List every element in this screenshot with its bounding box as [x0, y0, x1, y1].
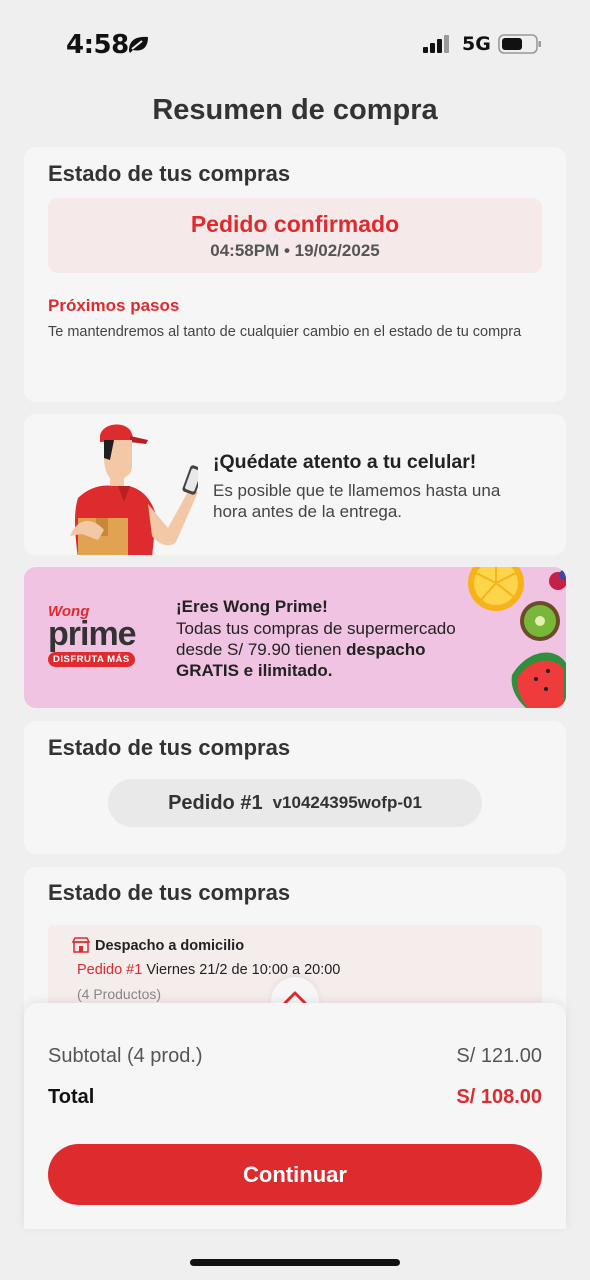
- next-steps-title: Próximos pasos: [48, 296, 180, 315]
- next-steps-text: Te mantendremos al tanto de cualquier ca…: [48, 324, 522, 340]
- subtotal-label: Subtotal (4 prod.): [48, 1045, 203, 1067]
- fruits-decoration: [466, 567, 566, 708]
- home-indicator[interactable]: [190, 1259, 400, 1266]
- delivery-type: Despacho a domicilio: [95, 938, 245, 954]
- signal-icon: [423, 35, 451, 58]
- order-label: Pedido #1: [168, 791, 263, 814]
- card-heading: Estado de tus compras: [48, 735, 291, 760]
- status-title: Pedido confirmado: [190, 211, 400, 237]
- product-count: (4 Productos): [77, 986, 162, 1002]
- phone-tip-text: Es posible que te llamemos hasta una hor…: [213, 481, 501, 521]
- total-label: Total: [48, 1086, 95, 1108]
- card-heading: Estado de tus compras: [48, 880, 291, 905]
- order-status-card: Estado de tus compras Pedido confirmado …: [24, 147, 566, 402]
- status-time: 4:58: [66, 30, 129, 60]
- status-timestamp: 04:58PM • 19/02/2025: [210, 241, 380, 260]
- delivery-courier-illustration: [48, 418, 204, 555]
- wong-prime-banner[interactable]: Wong prime DISFRUTA MÁS ¡Eres Wong Prime…: [24, 567, 566, 708]
- store-icon: [71, 937, 91, 958]
- subtotal-value: S/ 121.00: [456, 1045, 542, 1067]
- wong-prime-logo: Wong prime DISFRUTA MÁS: [48, 603, 137, 667]
- card-heading: Estado de tus compras: [48, 161, 291, 186]
- order-id-card: Estado de tus compras Pedido #1 v1042439…: [24, 721, 566, 854]
- status-box: Pedido confirmado 04:58PM • 19/02/2025: [48, 198, 542, 273]
- order-code: v10424395wofp-01: [272, 793, 422, 812]
- battery-icon: [498, 34, 542, 59]
- prime-banner-title: ¡Eres Wong Prime!: [176, 597, 328, 616]
- total-value: S/ 108.00: [456, 1086, 542, 1108]
- order-pill[interactable]: Pedido #1 v10424395wofp-01: [108, 779, 482, 827]
- continue-button[interactable]: Continuar: [48, 1144, 542, 1205]
- leaf-icon: [126, 34, 150, 59]
- status-bar: 4:58 5G: [0, 0, 590, 88]
- delivery-schedule: Pedido #1 Viernes 21/2 de 10:00 a 20:00: [77, 962, 341, 978]
- network-label: 5G: [462, 33, 491, 55]
- page-title: Resumen de compra: [152, 94, 438, 126]
- prime-banner-text: Todas tus compras de supermercado desde …: [176, 619, 456, 680]
- phone-tip-title: ¡Quédate atento a tu celular!: [213, 451, 477, 473]
- phone-tip-card: ¡Quédate atento a tu celular! Es posible…: [24, 414, 566, 555]
- order-summary-sheet: Subtotal (4 prod.) S/ 121.00 Total S/ 10…: [24, 1003, 566, 1229]
